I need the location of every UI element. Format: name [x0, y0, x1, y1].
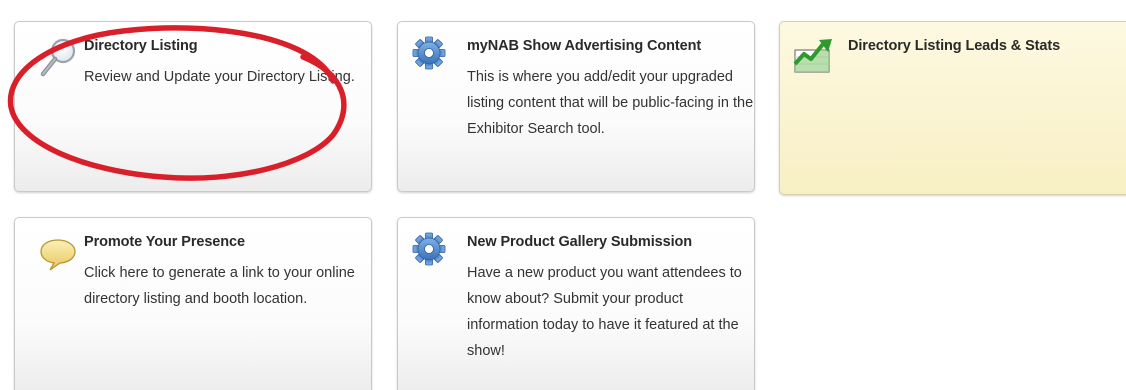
card-title: Promote Your Presence	[84, 234, 245, 250]
card-description: Review and Update your Directory Listing…	[84, 69, 355, 85]
gear-icon	[412, 232, 452, 272]
card-description: This is where you add/edit your upgraded…	[467, 69, 754, 137]
card-title: Directory Listing Leads & Stats	[848, 38, 1061, 54]
leads-stats-card[interactable]: Directory Listing Leads & Stats	[779, 21, 1126, 195]
magnifier-icon	[39, 36, 79, 77]
card-description: Click here to generate a link to your on…	[84, 265, 355, 307]
dashboard-page: Directory Listing Review and Update your…	[0, 0, 1126, 390]
gear-icon	[412, 36, 452, 76]
advertising-content-card[interactable]: myNAB Show Advertising Content This is w…	[397, 21, 755, 192]
product-gallery-card[interactable]: New Product Gallery Submission Have a ne…	[397, 217, 755, 390]
promote-presence-card[interactable]: Promote Your Presence Click here to gene…	[14, 217, 372, 390]
card-title: Directory Listing	[84, 38, 198, 54]
directory-listing-card[interactable]: Directory Listing Review and Update your…	[14, 21, 372, 192]
card-title: New Product Gallery Submission	[467, 234, 693, 250]
card-title: myNAB Show Advertising Content	[467, 38, 702, 54]
card-description: Have a new product you want attendees to…	[467, 265, 742, 359]
chart-icon	[792, 36, 832, 76]
speech-bubble-icon	[39, 238, 79, 278]
